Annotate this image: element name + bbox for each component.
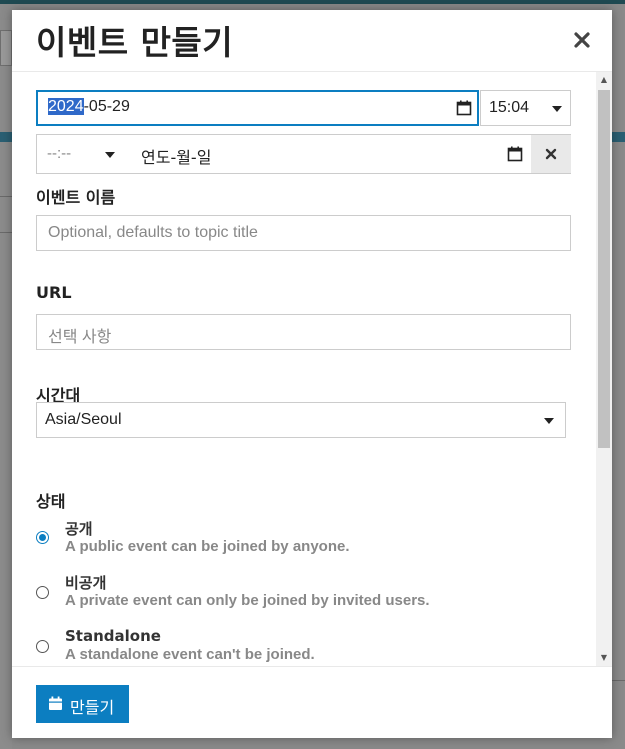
status-radio-standalone[interactable] — [36, 640, 49, 653]
event-name-placeholder: Optional, defaults to topic title — [48, 224, 258, 241]
end-time-input[interactable]: --:-- — [47, 145, 71, 162]
background-box — [0, 30, 12, 66]
status-option-title: 공개 — [65, 520, 93, 538]
start-time-select[interactable]: 15:04 — [480, 90, 571, 126]
url-input[interactable]: 선택 사항 — [36, 314, 571, 350]
status-option-desc: A private event can only be joined by in… — [65, 592, 430, 609]
clear-end-date-button[interactable] — [531, 135, 571, 173]
start-date-value: 2024-05-29 — [48, 98, 130, 116]
chevron-down-icon — [552, 106, 562, 112]
start-time-value: 15:04 — [489, 99, 530, 116]
create-event-button[interactable]: 만들기 — [36, 685, 129, 723]
close-icon — [545, 148, 557, 160]
status-option-desc: A public event can be joined by anyone. — [65, 538, 350, 555]
start-date-input[interactable]: 2024-05-29 — [36, 90, 479, 126]
scroll-down-arrow-icon[interactable]: ▼ — [596, 650, 612, 666]
chevron-down-icon[interactable] — [105, 152, 115, 158]
background-divider — [0, 196, 12, 197]
start-date-rest: -05-29 — [83, 98, 130, 115]
timezone-value: Asia/Seoul — [45, 411, 122, 428]
modal-header: 이벤트 만들기 — [12, 10, 612, 72]
background-divider — [612, 680, 625, 681]
modal-footer: 만들기 — [12, 666, 612, 738]
create-event-modal: 이벤트 만들기 2024-05-29 15:04 --:-- 연도-월-일 이벤… — [12, 10, 612, 738]
scroll-up-arrow-icon[interactable]: ▲ — [596, 72, 612, 88]
status-radio-private[interactable] — [36, 586, 49, 599]
status-label: 상태 — [36, 492, 66, 511]
calendar-icon — [49, 696, 62, 710]
url-label: URL — [36, 283, 72, 302]
event-name-input[interactable]: Optional, defaults to topic title — [36, 215, 571, 251]
status-radio-public[interactable] — [36, 531, 49, 544]
close-button[interactable] — [568, 26, 596, 54]
background-bar-right — [612, 132, 625, 142]
end-date-input[interactable]: 연도-월-일 — [141, 144, 211, 168]
background-divider — [0, 232, 12, 233]
modal-body: 2024-05-29 15:04 --:-- 연도-월-일 이벤트 이름 Opt… — [12, 72, 612, 666]
status-option-title: 비공개 — [65, 574, 107, 592]
background-left-strip — [0, 20, 12, 749]
start-date-year: 2024 — [48, 98, 84, 115]
timezone-select[interactable]: Asia/Seoul — [36, 402, 566, 438]
close-icon — [574, 32, 590, 48]
modal-title: 이벤트 만들기 — [36, 23, 234, 62]
status-option-title: Standalone — [65, 627, 161, 645]
end-datetime-row: --:-- 연도-월-일 — [36, 134, 571, 174]
event-name-label: 이벤트 이름 — [36, 188, 116, 207]
scrollbar[interactable]: ▲ ▼ — [596, 72, 612, 666]
url-placeholder: 선택 사항 — [48, 329, 112, 346]
status-option-desc: A standalone event can't be joined. — [65, 646, 315, 663]
calendar-icon[interactable] — [456, 100, 472, 116]
create-button-label: 만들기 — [70, 698, 115, 717]
background-bar — [0, 132, 12, 142]
chevron-down-icon — [544, 418, 554, 424]
scrollbar-thumb[interactable] — [598, 90, 610, 448]
calendar-icon[interactable] — [507, 146, 523, 162]
